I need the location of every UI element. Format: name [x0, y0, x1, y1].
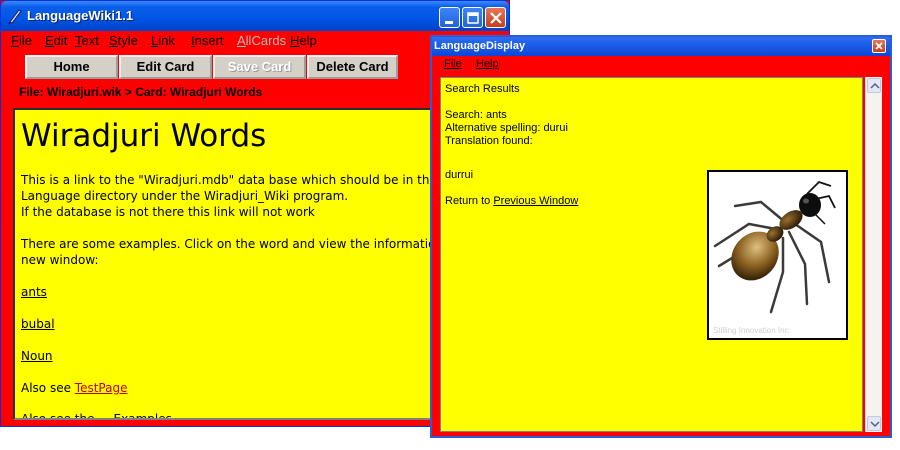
- menu-insert[interactable]: Insert: [191, 33, 224, 48]
- display-menu-help[interactable]: Help: [476, 58, 499, 70]
- close-button[interactable]: [485, 7, 506, 28]
- image-watermark: Stilling Innovation Inc: [713, 326, 789, 335]
- also-see-line: Also see TestPage: [21, 381, 127, 395]
- menu-help[interactable]: Help: [290, 33, 317, 48]
- return-line: Return to Previous Window: [445, 195, 578, 207]
- main-window-title: LanguageWiki1.1: [27, 8, 134, 23]
- minimize-icon: [445, 21, 453, 24]
- link-noun[interactable]: Noun: [21, 349, 53, 363]
- ant-image: Stilling Innovation Inc: [707, 170, 848, 340]
- translation-value: durrui: [445, 169, 474, 181]
- also-see-label: Also see: [21, 381, 75, 395]
- menu-text[interactable]: Text: [75, 33, 99, 48]
- close-icon: [875, 42, 883, 50]
- ant-icon: [713, 180, 836, 314]
- scroll-up-button[interactable]: [867, 78, 881, 93]
- card-content-pane[interactable]: Wiradjuri Words This is a link to the "W…: [13, 108, 453, 420]
- search-term: Search: ants: [445, 109, 507, 121]
- cut-off-line: Also see the ... Examples: [21, 412, 172, 420]
- menu-link[interactable]: Link: [151, 33, 175, 48]
- feather-pen-icon: [8, 9, 22, 24]
- link-ants[interactable]: ants: [21, 285, 47, 299]
- breadcrumb: File: Wiradjuri.wik > Card: Wiradjuri Wo…: [19, 85, 263, 99]
- delete-card-button[interactable]: Delete Card: [307, 55, 398, 79]
- display-titlebar[interactable]: LanguageDisplay: [432, 37, 890, 56]
- display-close-button[interactable]: [872, 39, 886, 53]
- save-card-button[interactable]: Save Card: [213, 55, 306, 79]
- examples-line-2: new window:: [21, 253, 99, 267]
- link-testpage[interactable]: TestPage: [75, 381, 128, 395]
- home-button[interactable]: Home: [25, 55, 118, 79]
- search-results-pane[interactable]: Search Results Search: ants Alternative …: [440, 77, 863, 432]
- chevron-down-icon: [870, 421, 880, 428]
- display-scrollbar[interactable]: [865, 77, 882, 432]
- alt-spelling: Alternative spelling: durui: [445, 122, 568, 134]
- menu-file[interactable]: File: [11, 33, 32, 48]
- card-heading: Wiradjuri Words: [21, 118, 267, 154]
- close-icon: [490, 12, 502, 24]
- edit-card-button[interactable]: Edit Card: [119, 55, 212, 79]
- return-label: Return to: [445, 195, 494, 207]
- menu-edit[interactable]: Edit: [45, 33, 67, 48]
- translation-label: Translation found:: [445, 135, 533, 147]
- intro-line-1: This is a link to the "Wiradjuri.mdb" da…: [21, 173, 437, 187]
- main-titlebar[interactable]: LanguageWiki1.1: [1, 1, 509, 31]
- intro-line-2: Language directory under the Wiradjuri_W…: [21, 189, 349, 203]
- display-window-title: LanguageDisplay: [434, 40, 526, 52]
- maximize-icon: [467, 12, 479, 24]
- previous-window-link[interactable]: Previous Window: [493, 195, 578, 207]
- maximize-button[interactable]: [462, 7, 483, 28]
- menu-style[interactable]: Style: [109, 33, 138, 48]
- minimize-button[interactable]: [439, 7, 460, 28]
- menu-allcards[interactable]: AllCards: [237, 33, 286, 48]
- display-menu-file[interactable]: File: [444, 58, 462, 70]
- display-window: LanguageDisplay File Help Search Results…: [430, 35, 892, 438]
- scroll-down-button[interactable]: [867, 416, 881, 431]
- examples-line-1: There are some examples. Click on the wo…: [21, 237, 444, 251]
- chevron-up-icon: [870, 82, 880, 89]
- link-bubal[interactable]: bubal: [21, 317, 55, 331]
- intro-line-3: If the database is not there this link w…: [21, 205, 315, 219]
- results-heading: Search Results: [445, 83, 520, 95]
